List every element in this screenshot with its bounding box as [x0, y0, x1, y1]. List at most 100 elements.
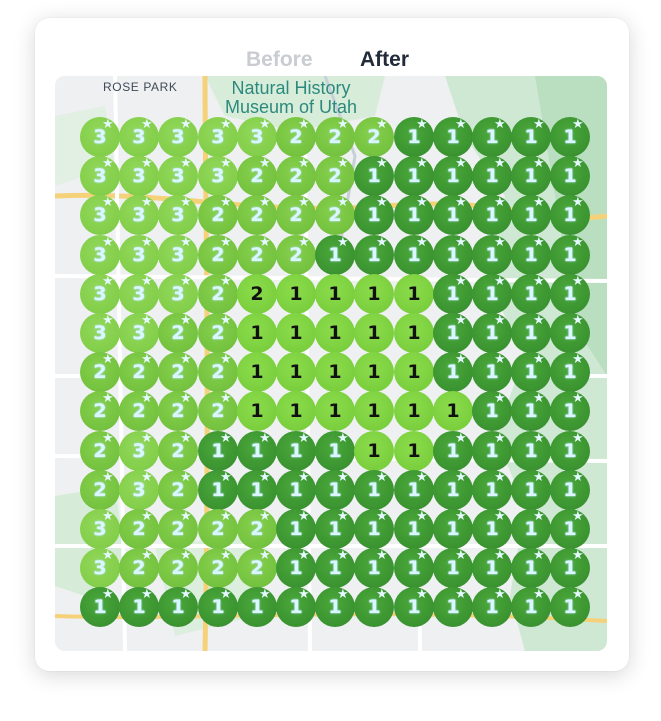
rank-marker[interactable]: 1 ★ [394, 587, 434, 627]
rank-marker[interactable]: 2 ★ [158, 431, 198, 471]
rank-marker[interactable]: 1 ★ [237, 470, 277, 510]
rank-marker[interactable]: 3 ★ [119, 313, 159, 353]
rank-marker[interactable]: 1 ★ [550, 156, 590, 196]
rank-marker[interactable]: 3 ★ [158, 274, 198, 314]
rank-marker[interactable]: 2 ★ [80, 391, 120, 431]
rank-marker[interactable]: 1 ★ [80, 587, 120, 627]
rank-marker[interactable]: 1 ★ [472, 195, 512, 235]
rank-marker[interactable]: 1 ★ [354, 587, 394, 627]
rank-marker[interactable]: 1 [354, 313, 394, 353]
rank-marker[interactable]: 1 ★ [237, 431, 277, 471]
rank-marker[interactable]: 1 ★ [354, 156, 394, 196]
rank-marker[interactable]: 2 ★ [276, 117, 316, 157]
rank-marker[interactable]: 1 [237, 352, 277, 392]
rank-marker[interactable]: 3 ★ [80, 313, 120, 353]
rank-marker[interactable]: 1 ★ [315, 235, 355, 275]
rank-marker[interactable]: 1 [394, 274, 434, 314]
rank-marker[interactable]: 1 ★ [511, 587, 551, 627]
rank-marker[interactable]: 1 [315, 313, 355, 353]
rank-marker[interactable]: 3 ★ [198, 117, 238, 157]
rank-marker[interactable]: 1 ★ [433, 156, 473, 196]
rank-marker[interactable]: 1 ★ [472, 117, 512, 157]
rank-marker[interactable]: 1 [354, 391, 394, 431]
rank-marker[interactable]: 1 ★ [394, 156, 434, 196]
rank-marker[interactable]: 1 ★ [354, 195, 394, 235]
rank-marker[interactable]: 2 ★ [158, 391, 198, 431]
rank-marker[interactable]: 3 ★ [80, 156, 120, 196]
rank-marker[interactable]: 1 ★ [472, 352, 512, 392]
rank-marker[interactable]: 1 [315, 352, 355, 392]
rank-marker[interactable]: 1 [237, 391, 277, 431]
rank-marker[interactable]: 1 ★ [354, 235, 394, 275]
rank-marker[interactable]: 1 ★ [511, 431, 551, 471]
rank-marker[interactable]: 2 ★ [237, 509, 277, 549]
rank-marker[interactable]: 2 ★ [119, 548, 159, 588]
rank-marker[interactable]: 1 ★ [276, 509, 316, 549]
rank-marker[interactable]: 1 ★ [237, 587, 277, 627]
rank-marker[interactable]: 1 ★ [550, 313, 590, 353]
rank-marker[interactable]: 3 ★ [80, 509, 120, 549]
rank-marker[interactable]: 2 ★ [119, 391, 159, 431]
rank-marker[interactable]: 2 ★ [198, 274, 238, 314]
rank-marker[interactable]: 1 ★ [550, 117, 590, 157]
rank-marker[interactable]: 1 ★ [472, 313, 512, 353]
rank-marker[interactable]: 1 ★ [394, 235, 434, 275]
rank-marker[interactable]: 1 ★ [511, 313, 551, 353]
rank-marker[interactable]: 2 ★ [198, 235, 238, 275]
rank-marker[interactable]: 1 ★ [276, 470, 316, 510]
rank-marker[interactable]: 1 ★ [354, 509, 394, 549]
rank-marker[interactable]: 2 ★ [198, 509, 238, 549]
rank-marker[interactable]: 1 ★ [550, 470, 590, 510]
rank-marker[interactable]: 2 ★ [158, 509, 198, 549]
rank-marker[interactable]: 1 [237, 313, 277, 353]
rank-marker[interactable]: 1 ★ [511, 117, 551, 157]
rank-marker[interactable]: 2 ★ [80, 352, 120, 392]
rank-marker[interactable]: 1 ★ [315, 470, 355, 510]
rank-marker[interactable]: 1 ★ [354, 470, 394, 510]
rank-marker[interactable]: 1 ★ [550, 587, 590, 627]
rank-marker[interactable]: 2 ★ [80, 470, 120, 510]
tab-before[interactable]: Before [246, 48, 313, 72]
rank-marker[interactable]: 1 ★ [550, 509, 590, 549]
rank-marker[interactable]: 1 ★ [472, 470, 512, 510]
rank-marker[interactable]: 1 [276, 274, 316, 314]
rank-marker[interactable]: 1 ★ [511, 195, 551, 235]
rank-marker[interactable]: 1 ★ [511, 548, 551, 588]
rank-marker[interactable]: 3 ★ [158, 195, 198, 235]
rank-marker[interactable]: 2 ★ [158, 352, 198, 392]
rank-marker[interactable]: 1 ★ [511, 391, 551, 431]
rank-marker[interactable]: 1 [354, 431, 394, 471]
rank-marker[interactable]: 1 ★ [472, 235, 512, 275]
rank-marker[interactable]: 1 ★ [433, 431, 473, 471]
rank-marker[interactable]: 1 [354, 352, 394, 392]
rank-marker[interactable]: 3 ★ [80, 548, 120, 588]
rank-marker[interactable]: 2 ★ [158, 313, 198, 353]
rank-marker[interactable]: 1 [276, 391, 316, 431]
rank-marker[interactable]: 1 ★ [550, 431, 590, 471]
rank-marker[interactable]: 1 [394, 313, 434, 353]
rank-marker[interactable]: 2 ★ [198, 313, 238, 353]
rank-marker[interactable]: 1 [276, 313, 316, 353]
rank-marker[interactable]: 1 ★ [472, 431, 512, 471]
rank-marker[interactable]: 1 ★ [315, 587, 355, 627]
rank-marker[interactable]: 1 ★ [472, 391, 512, 431]
rank-marker[interactable]: 1 [276, 352, 316, 392]
rank-marker[interactable]: 1 ★ [433, 470, 473, 510]
rank-marker[interactable]: 2 ★ [198, 352, 238, 392]
rank-marker[interactable]: 3 ★ [80, 274, 120, 314]
rank-marker[interactable]: 1 ★ [354, 548, 394, 588]
rank-marker[interactable]: 3 ★ [119, 274, 159, 314]
rank-marker[interactable]: 1 ★ [433, 195, 473, 235]
rank-marker[interactable]: 3 ★ [80, 235, 120, 275]
rank-marker[interactable]: 1 [315, 274, 355, 314]
rank-marker[interactable]: 3 ★ [158, 156, 198, 196]
rank-marker[interactable]: 2 ★ [276, 195, 316, 235]
rank-marker[interactable]: 3 ★ [80, 117, 120, 157]
rank-marker[interactable]: 1 ★ [511, 470, 551, 510]
rank-marker[interactable]: 1 ★ [472, 274, 512, 314]
rank-marker[interactable]: 1 ★ [433, 274, 473, 314]
rank-marker[interactable]: 3 ★ [119, 117, 159, 157]
rank-marker[interactable]: 1 ★ [550, 391, 590, 431]
rank-marker[interactable]: 1 [354, 274, 394, 314]
rank-marker[interactable]: 2 ★ [237, 195, 277, 235]
